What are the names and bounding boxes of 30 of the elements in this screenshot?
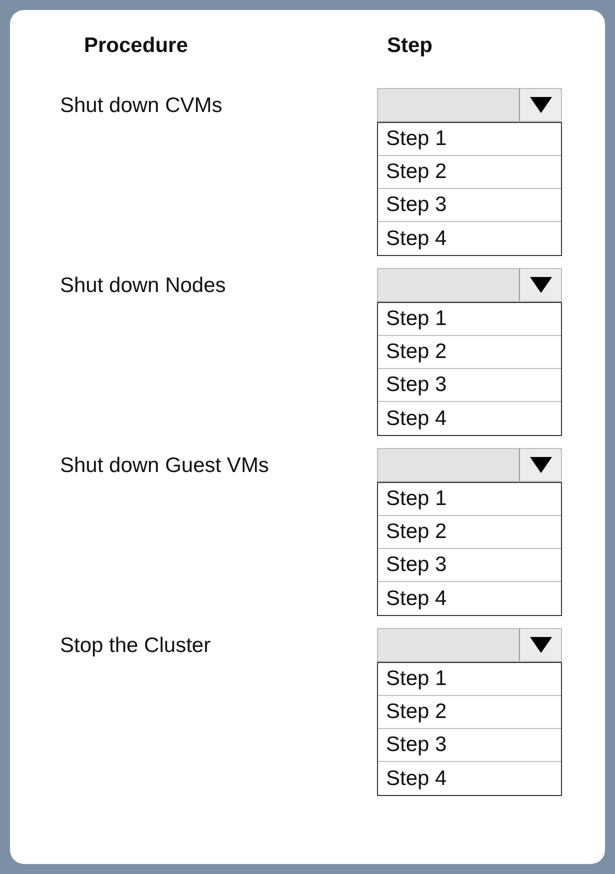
dropdown[interactable] <box>377 448 562 482</box>
caret-icon <box>530 637 552 653</box>
dropdown-option[interactable]: Step 2 <box>378 156 561 189</box>
dropdown-option[interactable]: Step 3 <box>378 729 561 762</box>
dropdown[interactable] <box>377 628 562 662</box>
dropdown-option[interactable]: Step 2 <box>378 516 561 549</box>
dropdown-option[interactable]: Step 3 <box>378 369 561 402</box>
procedure-label: Stop the Cluster <box>60 633 212 659</box>
dropdown-option[interactable]: Step 2 <box>378 696 561 729</box>
column-heading: Procedure <box>84 33 188 59</box>
procedure-label: Shut down Guest VMs <box>60 453 270 479</box>
procedure-label: Shut down Nodes <box>60 273 227 299</box>
dropdown-option[interactable]: Step 3 <box>378 549 561 582</box>
column-heading: Step <box>387 33 433 59</box>
dropdown-option[interactable]: Step 4 <box>378 582 561 615</box>
dropdown-option[interactable]: Step 1 <box>378 663 561 696</box>
dropdown-option[interactable]: Step 4 <box>378 222 561 255</box>
procedure-label: Shut down CVMs <box>60 93 224 119</box>
dropdown-option[interactable]: Step 2 <box>378 336 561 369</box>
dropdown-option[interactable]: Step 4 <box>378 402 561 435</box>
dropdown-option[interactable]: Step 4 <box>378 762 561 795</box>
caret-icon <box>530 97 552 113</box>
dropdown[interactable] <box>377 88 562 122</box>
dropdown-option[interactable]: Step 1 <box>378 303 561 336</box>
dropdown-option[interactable]: Step 1 <box>378 123 561 156</box>
caret-icon <box>530 277 552 293</box>
caret-icon <box>530 457 552 473</box>
dropdown-option[interactable]: Step 3 <box>378 189 561 222</box>
dropdown-option[interactable]: Step 1 <box>378 483 561 516</box>
dropdown[interactable] <box>377 268 562 302</box>
